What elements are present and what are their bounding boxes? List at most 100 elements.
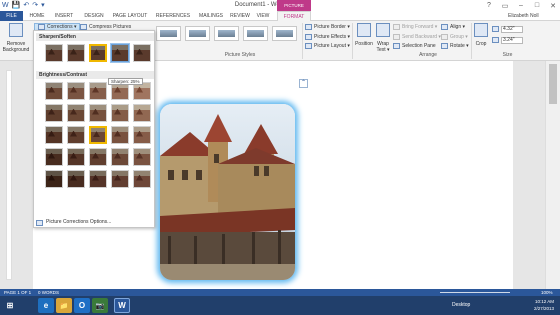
photos-icon[interactable]: 📷 xyxy=(92,298,108,313)
brightness-option[interactable] xyxy=(67,104,85,122)
undo-icon[interactable]: ↶ xyxy=(23,1,29,10)
selection-pane-button[interactable]: Selection Pane xyxy=(393,43,436,49)
tab-mailings[interactable]: MAILINGS xyxy=(195,11,227,21)
page-count[interactable]: PAGE 1 OF 1 xyxy=(4,289,31,296)
word-taskbar-icon[interactable]: W xyxy=(114,298,130,313)
brightness-option[interactable] xyxy=(89,148,107,166)
building-photo xyxy=(160,104,295,280)
picture-layout-icon xyxy=(305,43,312,49)
vertical-scrollbar[interactable] xyxy=(545,61,560,289)
remove-background-label: Remove Background xyxy=(2,41,30,53)
ribbon-display-icon[interactable]: ▭ xyxy=(500,2,510,10)
picture-effects-label: Picture Effects ▾ xyxy=(314,34,351,40)
file-explorer-icon[interactable]: 📁 xyxy=(56,298,72,313)
brightness-option[interactable] xyxy=(133,148,151,166)
tab-home[interactable]: HOME xyxy=(25,11,49,21)
sharpen-option-2[interactable] xyxy=(67,44,85,62)
brightness-option[interactable] xyxy=(111,126,129,144)
brightness-option[interactable] xyxy=(45,104,63,122)
bring-forward-label: Bring Forward ▾ xyxy=(402,24,438,30)
height-input[interactable]: 4.32" xyxy=(501,26,523,33)
clock-time: 10:12 AM xyxy=(534,299,554,304)
sharpen-option-4[interactable] xyxy=(111,44,129,62)
brightness-option[interactable] xyxy=(45,126,63,144)
scroll-thumb[interactable] xyxy=(549,64,557,104)
zoom-level[interactable]: 100% xyxy=(541,289,553,296)
remove-background-button[interactable]: Remove Background xyxy=(2,23,30,53)
width-input[interactable]: 3.24" xyxy=(501,37,523,44)
internet-explorer-icon[interactable]: e xyxy=(38,298,54,313)
picture-style-3[interactable] xyxy=(214,26,239,41)
brightness-option[interactable] xyxy=(67,82,85,100)
brightness-option[interactable] xyxy=(133,126,151,144)
brightness-option[interactable] xyxy=(111,148,129,166)
separator xyxy=(471,23,472,59)
zoom-slider[interactable] xyxy=(440,292,510,293)
brightness-contrast-grid xyxy=(45,82,151,188)
start-icon[interactable]: ⊞ xyxy=(2,298,18,313)
brightness-option[interactable] xyxy=(45,82,63,100)
brightness-option[interactable] xyxy=(133,170,151,188)
picture-style-1[interactable] xyxy=(156,26,181,41)
picture-style-4[interactable] xyxy=(243,26,268,41)
rotate-button[interactable]: Rotate ▾ xyxy=(441,43,469,49)
word-count[interactable]: 0 WORDS xyxy=(38,289,59,296)
selection-pane-label: Selection Pane xyxy=(402,43,436,49)
outlook-icon[interactable]: O xyxy=(74,298,90,313)
corrections-options-icon xyxy=(36,219,43,226)
brightness-option[interactable] xyxy=(89,104,107,122)
qat-customize-icon[interactable]: ▾ xyxy=(41,1,45,10)
help-icon[interactable]: ? xyxy=(484,2,494,9)
layout-options-icon[interactable]: ⌃ xyxy=(299,79,308,88)
brightness-option[interactable] xyxy=(45,170,63,188)
position-icon xyxy=(357,23,371,37)
tab-page-layout[interactable]: PAGE LAYOUT xyxy=(110,11,150,21)
tab-insert[interactable]: INSERT xyxy=(51,11,77,21)
tab-design[interactable]: DESIGN xyxy=(80,11,108,21)
send-backward-button[interactable]: Send Backward ▾ xyxy=(393,34,441,40)
brightness-option-current[interactable] xyxy=(89,126,107,144)
tab-review[interactable]: REVIEW xyxy=(229,11,251,21)
user-name[interactable]: Elizabeth Noll xyxy=(508,11,539,21)
save-icon[interactable]: 💾 xyxy=(12,1,21,10)
brightness-option[interactable] xyxy=(45,148,63,166)
tab-file[interactable]: FILE xyxy=(0,11,23,21)
group-button[interactable]: Group ▾ xyxy=(441,34,468,40)
brightness-option[interactable] xyxy=(67,126,85,144)
brightness-option[interactable] xyxy=(111,104,129,122)
position-button[interactable]: Position xyxy=(355,23,373,47)
picture-style-5[interactable] xyxy=(272,26,297,41)
tab-view[interactable]: VIEW xyxy=(253,11,273,21)
bring-forward-button[interactable]: Bring Forward ▾ xyxy=(393,24,437,30)
picture-tools-label: PICTURE TOOLS xyxy=(277,0,311,19)
desktop-toolbar[interactable]: Desktop xyxy=(452,302,470,308)
picture-layout-button[interactable]: Picture Layout ▾ xyxy=(305,43,350,49)
system-clock[interactable]: 10:12 AM 2/27/2013 xyxy=(534,298,554,312)
picture-corrections-options[interactable]: Picture Corrections Options... xyxy=(36,218,111,227)
align-label: Align ▾ xyxy=(450,24,466,30)
crop-button[interactable]: Crop xyxy=(474,23,488,47)
brightness-option[interactable] xyxy=(133,104,151,122)
selected-picture[interactable] xyxy=(160,104,295,280)
align-button[interactable]: Align ▾ xyxy=(441,24,465,30)
tab-references[interactable]: REFERENCES xyxy=(153,11,193,21)
send-backward-icon xyxy=(393,34,400,40)
brightness-option[interactable] xyxy=(89,82,107,100)
brightness-option[interactable] xyxy=(111,170,129,188)
brightness-option[interactable] xyxy=(67,148,85,166)
picture-border-button[interactable]: Picture Border ▾ xyxy=(305,24,350,30)
redo-icon[interactable]: ↷ xyxy=(32,1,38,10)
title-bar: W 💾 ↶ ↷ ▾ Document1 - Word PICTURE TOOLS… xyxy=(0,0,560,19)
sharpen-option-1[interactable] xyxy=(45,44,63,62)
minimize-icon[interactable]: – xyxy=(516,2,526,9)
picture-effects-button[interactable]: Picture Effects ▾ xyxy=(305,34,350,40)
arrange-group-label: Arrange xyxy=(419,52,437,58)
wrap-text-button[interactable]: Wrap Text ▾ xyxy=(375,23,391,53)
brightness-option[interactable] xyxy=(89,170,107,188)
brightness-option[interactable] xyxy=(67,170,85,188)
sharpen-option-3[interactable] xyxy=(89,44,107,62)
close-icon[interactable]: ✕ xyxy=(548,2,558,10)
picture-style-2[interactable] xyxy=(185,26,210,41)
sharpen-option-5[interactable] xyxy=(133,44,151,62)
maximize-icon[interactable]: □ xyxy=(532,2,542,9)
